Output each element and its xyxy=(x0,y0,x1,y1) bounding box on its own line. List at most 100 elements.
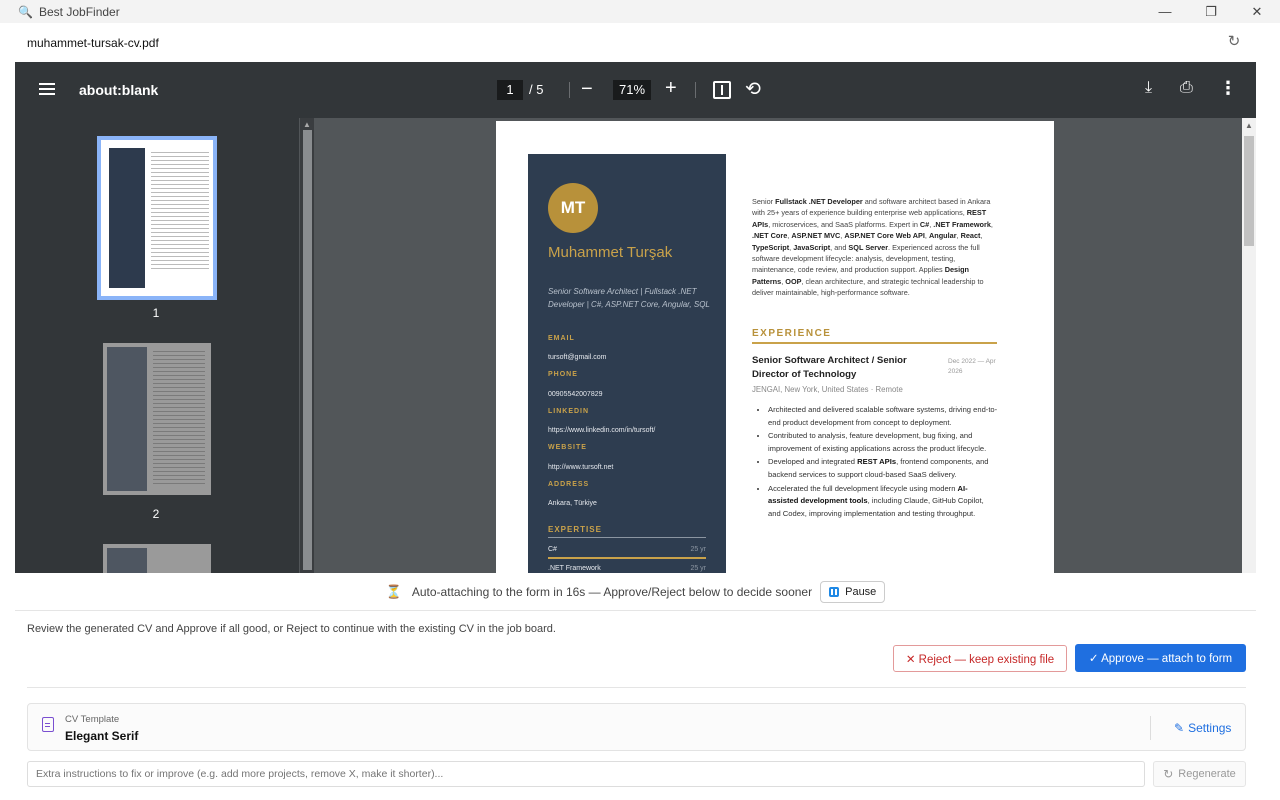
cv-skill-years: 25 yr xyxy=(690,546,706,553)
zoom-in-button[interactable]: + xyxy=(665,77,677,100)
close-window-button[interactable]: ✕ xyxy=(1234,0,1280,23)
cv-template-value: Elegant Serif xyxy=(65,729,139,743)
scroll-up-icon[interactable]: ▲ xyxy=(303,120,311,129)
pdf-page: MT Muhammet Turşak Senior Software Archi… xyxy=(496,121,1054,573)
cv-email: tursoft@gmail.com xyxy=(548,354,607,361)
thumbnail-text-lines xyxy=(153,351,205,487)
toolbar-divider xyxy=(569,82,570,98)
cv-expertise-rule xyxy=(548,537,706,538)
zoom-out-button[interactable]: − xyxy=(581,78,593,101)
cv-skill-name: C# xyxy=(548,546,557,553)
cv-phone-label: PHONE xyxy=(548,371,578,378)
window-controls: — ❐ ✕ xyxy=(1142,0,1280,23)
cv-address-label: ADDRESS xyxy=(548,481,590,488)
settings-label: Settings xyxy=(1188,721,1232,735)
toolbar-divider xyxy=(695,82,696,98)
divider xyxy=(1150,716,1151,740)
approve-button[interactable]: ✓ Approve — attach to form xyxy=(1075,644,1246,672)
list-item: Architected and delivered scalable softw… xyxy=(768,404,998,429)
thumbnail-text-lines xyxy=(151,152,209,272)
cv-role: Senior Software Architect | Fullstack .N… xyxy=(548,287,710,309)
extra-instructions-input[interactable] xyxy=(27,761,1145,787)
thumbnail-sidebar-shape xyxy=(107,548,147,573)
list-item: Accelerated the full development lifecyc… xyxy=(768,483,998,521)
cv-website: http://www.tursoft.net xyxy=(548,464,614,471)
settings-button[interactable]: ✎ Settings xyxy=(1174,721,1231,735)
thumbnail-label: 1 xyxy=(152,306,160,320)
cv-skill: .NET Framework 25 yr xyxy=(548,565,706,572)
reject-button[interactable]: ✕ Reject — keep existing file xyxy=(893,645,1067,672)
pencil-icon: ✎ xyxy=(1174,721,1185,735)
fit-page-icon[interactable] xyxy=(713,81,731,99)
document-icon xyxy=(42,717,54,732)
pdf-page-area: MT Muhammet Turşak Senior Software Archi… xyxy=(314,118,1242,573)
regenerate-label: Regenerate xyxy=(1178,768,1236,780)
scrollbar-thumb[interactable] xyxy=(303,130,312,570)
cv-job-bullets: Architected and delivered scalable softw… xyxy=(768,404,998,521)
cv-job-company: JENGAI, New York, United States · Remote xyxy=(752,385,903,394)
scrollbar-thumb[interactable] xyxy=(1244,136,1254,246)
review-instructions: Review the generated CV and Approve if a… xyxy=(27,623,556,635)
cv-skill-bar xyxy=(548,557,706,559)
window-titlebar: 🔍 Best JobFinder — ❐ ✕ xyxy=(0,0,1280,23)
thumbnail-sidebar-shape xyxy=(107,347,147,491)
cv-linkedin: https://www.linkedin.com/in/tursoft/ xyxy=(548,427,656,434)
cv-summary: Senior Fullstack .NET Developer and soft… xyxy=(752,197,993,298)
regenerate-button[interactable]: ↻ Regenerate xyxy=(1153,761,1246,787)
cv-address: Ankara, Türkiye xyxy=(548,500,597,507)
app-title: Best JobFinder xyxy=(39,4,120,19)
thumbnail-sidebar: 1 2 xyxy=(15,118,299,573)
page-scrollbar[interactable]: ▲ xyxy=(1242,118,1256,573)
cv-experience-title: EXPERIENCE xyxy=(752,328,832,339)
auto-attach-message: Auto-attaching to the form in 16s — Appr… xyxy=(411,584,813,599)
thumbnail-page-2[interactable] xyxy=(103,343,211,495)
pdf-viewer: about:blank 1 / 5 − 71% + ⟲ ⤓ ⎙ ⋮ 1 2 ▲ … xyxy=(15,62,1256,573)
cv-name: Muhammet Turşak xyxy=(548,244,673,261)
cv-skill-name: .NET Framework xyxy=(548,565,601,572)
rotate-icon[interactable]: ⟲ xyxy=(745,78,761,101)
cv-job-date: Dec 2022 — Apr 2026 xyxy=(948,358,996,375)
cv-email-label: EMAIL xyxy=(548,335,575,342)
divider xyxy=(27,687,1246,688)
file-name: muhammet-tursak-cv.pdf xyxy=(27,35,159,50)
cv-website-label: WEBSITE xyxy=(548,444,587,451)
auto-attach-bar: ⏳ Auto-attaching to the form in 16s — Ap… xyxy=(15,573,1256,611)
list-item: Developed and integrated REST APIs, fron… xyxy=(768,456,998,481)
cv-phone: 00905542007829 xyxy=(548,391,603,398)
pause-label: Pause xyxy=(845,585,877,598)
zoom-level-input[interactable]: 71% xyxy=(613,80,651,100)
thumbnail-page-3[interactable] xyxy=(103,544,211,573)
page-number-input[interactable]: 1 xyxy=(497,80,523,100)
download-icon[interactable]: ⤓ xyxy=(1145,79,1152,97)
cv-template-card: CV Template Elegant Serif ✎ Settings xyxy=(27,703,1246,751)
hourglass-icon: ⏳ xyxy=(385,583,402,599)
cv-experience-rule xyxy=(752,342,997,344)
regenerate-icon: ↻ xyxy=(1163,767,1174,781)
thumbnail-label: 2 xyxy=(152,507,160,521)
cv-template-label: CV Template xyxy=(65,714,120,725)
app-logo-icon: 🔍 xyxy=(18,4,33,19)
menu-icon[interactable] xyxy=(37,80,57,100)
cv-linkedin-label: LINKEDIN xyxy=(548,408,590,415)
cv-sidebar: MT Muhammet Turşak Senior Software Archi… xyxy=(528,154,726,573)
file-bar: muhammet-tursak-cv.pdf ↻ xyxy=(0,23,1280,62)
pause-icon xyxy=(829,586,840,597)
more-options-icon[interactable]: ⋮ xyxy=(1219,78,1237,99)
cv-skill: C# 25 yr xyxy=(548,546,706,553)
pdf-title: about:blank xyxy=(79,82,159,98)
pdf-toolbar: about:blank 1 / 5 − 71% + ⟲ ⤓ ⎙ ⋮ xyxy=(15,62,1256,118)
thumbnail-sidebar-shape xyxy=(109,148,145,288)
refresh-icon[interactable]: ↻ xyxy=(1226,34,1242,50)
cv-job-title: Senior Software Architect / Senior Direc… xyxy=(752,355,907,380)
cv-skill-years: 25 yr xyxy=(690,565,706,572)
pause-button[interactable]: Pause xyxy=(820,580,886,603)
thumbnail-page-1[interactable] xyxy=(97,136,217,300)
minimize-button[interactable]: — xyxy=(1142,0,1188,23)
page-count: / 5 xyxy=(529,82,544,97)
scroll-up-icon[interactable]: ▲ xyxy=(1245,121,1253,130)
restore-button[interactable]: ❐ xyxy=(1188,0,1234,23)
list-item: Contributed to analysis, feature develop… xyxy=(768,430,998,455)
cv-expertise-label: EXPERTISE xyxy=(548,525,602,534)
print-icon[interactable]: ⎙ xyxy=(1180,79,1193,97)
thumbnail-scrollbar[interactable]: ▲ xyxy=(300,118,314,573)
